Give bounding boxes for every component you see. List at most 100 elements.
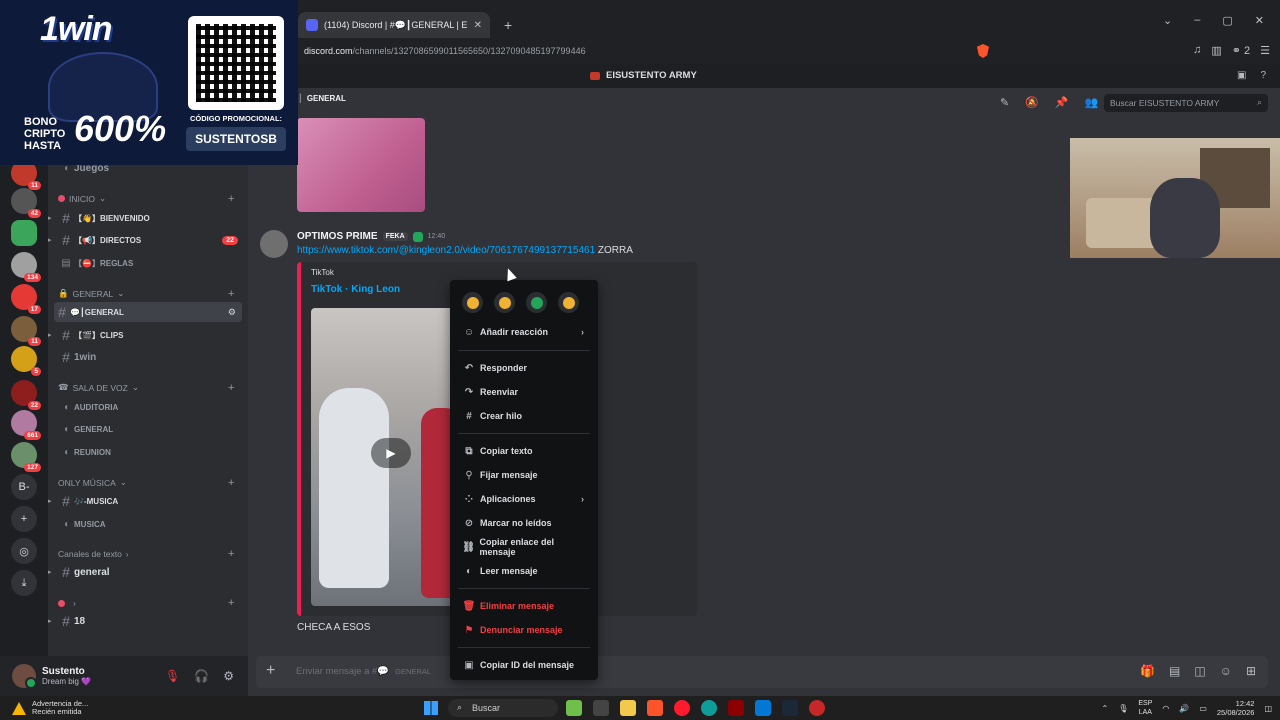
add-channel-icon[interactable]: + <box>228 477 234 489</box>
sticker-icon[interactable]: ◫ <box>1194 664 1205 678</box>
language-indicator[interactable]: ESP LAA <box>1138 699 1152 717</box>
channel-general-active[interactable]: # 💬┃GENERAL ⚙ <box>54 302 242 322</box>
server-icon[interactable]: 127 <box>11 442 41 472</box>
help-icon[interactable]: ? <box>1260 70 1266 81</box>
menu-delete[interactable]: 🗑 Eliminar mensaje <box>458 596 590 616</box>
browser-tab[interactable]: (1104) Discord | #💬┃GENERAL | E ✕ <box>298 12 490 38</box>
embed-title[interactable]: TikTok · King Leon <box>311 284 400 295</box>
channel-1win[interactable]: #1win <box>48 347 244 367</box>
voice-general[interactable]: ◖ GENERAL <box>48 419 244 439</box>
channel-directos[interactable]: ▸ # 【📢】DIRECTOS 22 <box>48 230 244 250</box>
windows-start-icon[interactable] <box>424 701 438 715</box>
channel-18[interactable]: ▸ #18 <box>48 611 244 631</box>
menu-add-reaction[interactable]: ☺ Añadir reacción › <box>458 322 590 342</box>
menu-copy-link[interactable]: ⛓ Copiar enlace del mensaje <box>458 537 590 557</box>
channel-general-text[interactable]: ▸ # general <box>48 562 244 582</box>
avatar[interactable] <box>260 230 288 258</box>
file-explorer-icon[interactable] <box>620 700 636 716</box>
message-image-attachment[interactable] <box>297 118 425 212</box>
server-icon[interactable]: 5 <box>11 346 41 376</box>
add-channel-icon[interactable]: + <box>228 288 234 300</box>
menu-mark-unread[interactable]: ⊘ Marcar no leídos <box>458 513 590 533</box>
inbox-icon[interactable]: ▣ <box>1237 70 1246 81</box>
member-list-icon[interactable]: 👥 <box>1085 96 1099 109</box>
menu-report[interactable]: ⚑ Denunciar mensaje <box>458 620 590 640</box>
gear-icon[interactable]: ⚙ <box>223 669 234 683</box>
add-attachment-icon[interactable]: + <box>266 662 275 680</box>
explore-icon[interactable]: ◎ <box>11 538 37 564</box>
brave-icon[interactable] <box>647 700 663 716</box>
category-musica[interactable]: ONLY MÚSICA ⌄ + <box>58 477 234 489</box>
tab-search-dropdown-icon[interactable]: ⌄ <box>1163 14 1172 27</box>
play-icon[interactable]: ▶ <box>371 438 411 468</box>
channel-musica[interactable]: ▸ # 🎶-MUSICA <box>48 491 244 511</box>
store-icon[interactable] <box>755 700 771 716</box>
avatar[interactable] <box>12 664 37 689</box>
menu-apps[interactable]: ⁘ Aplicaciones › <box>458 489 590 509</box>
download-icon[interactable]: ⤓ <box>11 570 37 596</box>
new-tab-button[interactable]: + <box>504 17 512 33</box>
add-server-icon[interactable]: + <box>11 506 37 532</box>
url-text[interactable]: discord.com/channels/1327086599011565650… <box>298 46 586 56</box>
add-channel-icon[interactable]: + <box>228 597 234 609</box>
menu-forward[interactable]: ↷ Reenviar <box>458 382 590 402</box>
mic-icon[interactable]: 🎙 <box>1118 704 1128 713</box>
message-author[interactable]: OPTIMOS PRIME <box>297 231 378 242</box>
notification-toast[interactable]: Advertencia de... Recién emitida <box>12 700 88 716</box>
gift-icon[interactable]: 🎁 <box>1140 664 1155 678</box>
threads-icon[interactable]: ✎ <box>1000 96 1009 109</box>
voice-musica[interactable]: ◖ MUSICA <box>48 514 244 534</box>
tab-close-icon[interactable]: ✕ <box>474 20 482 31</box>
channel-bienvenido[interactable]: ▸ # 【👋】BIENVENIDO <box>48 208 244 228</box>
media-icon[interactable]: ♫ <box>1193 44 1201 57</box>
minecraft-icon[interactable] <box>566 700 582 716</box>
profile-badge[interactable]: ⚭ 2 <box>1232 44 1250 57</box>
mute-mic-icon[interactable]: 🎙 <box>165 669 180 683</box>
notifications-icon[interactable]: ◫ <box>1264 704 1272 713</box>
volume-icon[interactable]: 🔊 <box>1179 704 1189 713</box>
add-channel-icon[interactable]: + <box>228 382 234 394</box>
menu-reply[interactable]: ↶ Responder <box>458 358 590 378</box>
battery-icon[interactable]: ▭ <box>1199 704 1207 713</box>
wifi-icon[interactable]: ◠ <box>1162 704 1169 713</box>
address-bar[interactable]: discord.com/channels/1327086599011565650… <box>298 40 998 62</box>
emoji-icon[interactable]: ☺ <box>1220 664 1232 678</box>
edge-icon[interactable] <box>701 700 717 716</box>
server-icon[interactable]: 42 <box>11 188 41 218</box>
category-unnamed[interactable]: › + <box>58 597 234 609</box>
gif-icon[interactable]: ▤ <box>1169 664 1180 678</box>
category-texto[interactable]: Canales de texto › + <box>58 548 234 560</box>
minimize-button[interactable]: – <box>1194 14 1200 27</box>
taskbar-search[interactable]: ⌕ Buscar <box>448 699 558 717</box>
headphones-icon[interactable]: 🎧 <box>194 669 209 683</box>
server-icon[interactable] <box>11 220 37 246</box>
menu-create-thread[interactable]: # Crear hilo <box>458 406 590 426</box>
server-icon[interactable]: 17 <box>11 284 41 314</box>
server-icon[interactable]: 661 <box>11 410 41 440</box>
search-input[interactable]: Buscar EISUSTENTO ARMY ⌕ <box>1104 94 1268 112</box>
close-window-button[interactable]: ✕ <box>1255 14 1264 27</box>
server-icon[interactable]: 134 <box>11 252 41 282</box>
category-voz[interactable]: ☎ SALA DE VOZ ⌄ + <box>58 382 234 394</box>
channel-clips[interactable]: ▸ # 【🎬】CLIPS <box>48 325 244 345</box>
server-icon[interactable]: 22 <box>11 380 41 410</box>
server-icon[interactable]: 11 <box>11 316 41 346</box>
app-icon[interactable] <box>728 700 744 716</box>
category-general[interactable]: 🔒 GENERAL ⌄ + <box>58 288 234 300</box>
task-view-icon[interactable] <box>593 700 609 716</box>
pin-icon[interactable]: 📌 <box>1055 96 1069 109</box>
maximize-button[interactable]: ▢ <box>1222 14 1232 27</box>
embed-video[interactable]: ▶ <box>311 308 453 606</box>
menu-pin[interactable]: ⚲ Fijar mensaje <box>458 465 590 485</box>
reaction-button[interactable] <box>462 292 483 313</box>
channel-reglas[interactable]: ▤ 【⛔】REGLAS <box>48 253 244 273</box>
menu-copy-text[interactable]: ⧉ Copiar texto <box>458 441 590 461</box>
voice-auditoria[interactable]: ◖ AUDITORIA <box>48 397 244 417</box>
clock[interactable]: 12:42 25/08/2026 <box>1217 699 1255 717</box>
message-link[interactable]: https://www.tiktok.com/@kingleon2.0/vide… <box>297 245 595 256</box>
add-channel-icon[interactable]: + <box>228 193 234 205</box>
channel-settings-icon[interactable]: ⚙ <box>228 307 236 318</box>
apps-icon[interactable]: ⊞ <box>1246 664 1256 678</box>
reaction-button[interactable] <box>558 292 579 313</box>
menu-read-message[interactable]: ◐ Leer mensaje <box>458 561 590 581</box>
